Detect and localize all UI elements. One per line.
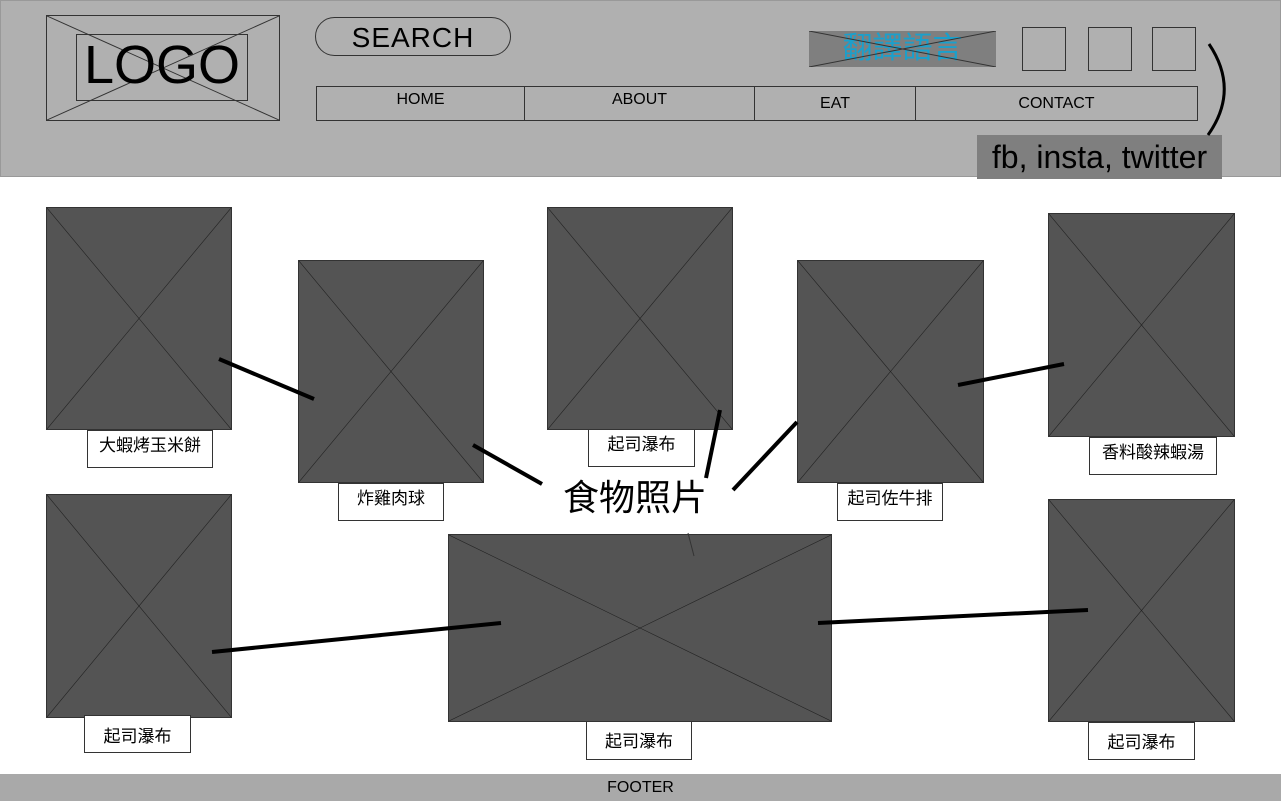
nav-contact[interactable]: CONTACT	[916, 87, 1197, 120]
food-photo-2[interactable]	[298, 260, 484, 483]
food-photo-4[interactable]	[797, 260, 984, 483]
social-icon-placeholder-2[interactable]	[1088, 27, 1132, 71]
food-photo-featured[interactable]	[448, 534, 832, 722]
translate-language-button[interactable]: 翻譯語言	[809, 31, 996, 67]
nav-home[interactable]: HOME	[317, 87, 525, 120]
social-links-label: fb, insta, twitter	[977, 135, 1222, 179]
food-photo-1[interactable]	[46, 207, 232, 430]
food-caption-8: 起司瀑布	[1088, 722, 1195, 760]
nav-about[interactable]: ABOUT	[525, 87, 755, 120]
footer: FOOTER	[0, 774, 1281, 801]
food-caption-6: 起司瀑布	[84, 715, 191, 753]
food-caption-5: 香料酸辣蝦湯	[1089, 437, 1217, 475]
food-photo-5[interactable]	[1048, 213, 1235, 437]
food-photo-annotation: 食物照片	[562, 478, 707, 519]
food-caption-1: 大蝦烤玉米餅	[87, 430, 213, 468]
social-icon-placeholder-3[interactable]	[1152, 27, 1196, 71]
food-photo-3[interactable]	[547, 207, 733, 430]
food-photo-8[interactable]	[1048, 499, 1235, 722]
main-nav: HOME ABOUT EAT CONTACT	[316, 86, 1198, 121]
annotation-line-4	[731, 420, 799, 492]
nav-eat[interactable]: EAT	[755, 87, 916, 120]
food-caption-7: 起司瀑布	[586, 721, 692, 760]
food-photo-6[interactable]	[46, 494, 232, 718]
food-caption-2: 炸雞肉球	[338, 483, 444, 521]
search-button[interactable]: SEARCH	[315, 17, 511, 56]
social-icon-placeholder-1[interactable]	[1022, 27, 1066, 71]
food-caption-4: 起司佐牛排	[837, 483, 943, 521]
food-caption-3: 起司瀑布	[588, 429, 695, 467]
logo-text: LOGO	[83, 35, 241, 95]
